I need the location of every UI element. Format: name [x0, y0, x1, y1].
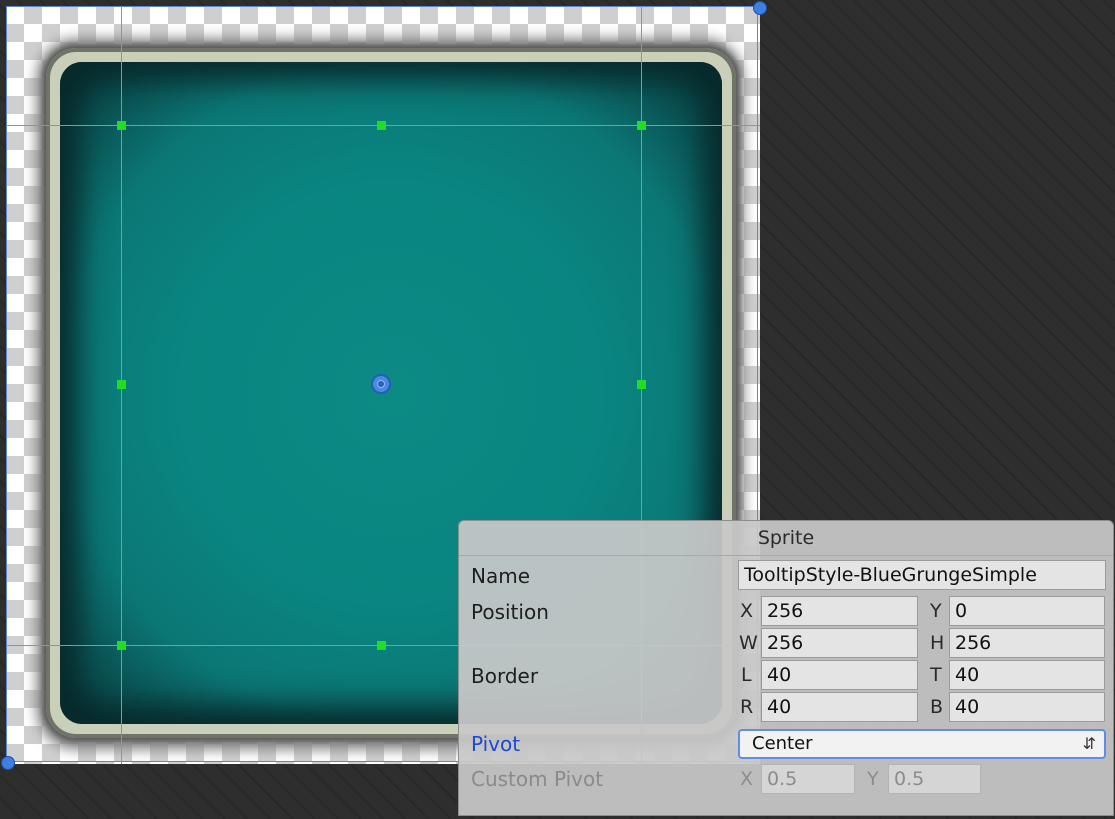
l-axis-label: L [741, 664, 752, 686]
border-handle-top[interactable] [377, 121, 386, 130]
custom-pivot-x-axis-label: X [740, 768, 754, 790]
updown-arrows-icon: ⇵ [1082, 734, 1096, 753]
border-r-field[interactable]: 40 [761, 692, 918, 722]
h-axis-label: H [930, 632, 945, 654]
size-h-field[interactable]: 256 [949, 628, 1105, 658]
custom-pivot-y-field: 0.5 [888, 764, 981, 794]
border-label: Border [471, 664, 539, 688]
border-handle-top-left[interactable] [117, 121, 126, 130]
position-x-field[interactable]: 256 [761, 596, 918, 626]
title-divider [459, 555, 1113, 556]
size-w-field[interactable]: 256 [761, 628, 918, 658]
custom-pivot-x-field: 0.5 [761, 764, 855, 794]
name-label: Name [471, 564, 531, 588]
custom-pivot-y-axis-label: Y [867, 768, 879, 790]
t-axis-label: T [930, 664, 942, 686]
position-label: Position [471, 600, 549, 624]
border-b-field[interactable]: 40 [949, 692, 1105, 722]
rect-corner-handle-bottom-left[interactable] [1, 756, 15, 770]
w-axis-label: W [739, 632, 758, 654]
x-axis-label: X [740, 600, 754, 622]
border-l-field[interactable]: 40 [761, 660, 918, 690]
sprite-panel: Sprite Name TooltipStyle-BlueGrungeSimpl… [458, 520, 1114, 816]
pivot-circle-icon[interactable] [371, 374, 391, 394]
pivot-dropdown[interactable]: Center ⇵ [738, 729, 1106, 759]
border-handle-top-right[interactable] [637, 121, 646, 130]
border-handle-bottom-left[interactable] [117, 641, 126, 650]
border-handle-left[interactable] [117, 380, 126, 389]
y-axis-label: Y [930, 600, 942, 622]
panel-title: Sprite [757, 527, 815, 549]
pivot-dropdown-value: Center [752, 733, 813, 754]
r-axis-label: R [740, 696, 754, 718]
border-t-field[interactable]: 40 [949, 660, 1105, 690]
rect-corner-handle-top-right[interactable] [753, 1, 767, 15]
custom-pivot-label: Custom Pivot [471, 767, 604, 791]
position-y-field[interactable]: 0 [949, 596, 1105, 626]
b-axis-label: B [930, 696, 944, 718]
pivot-label: Pivot [471, 732, 521, 756]
name-field[interactable]: TooltipStyle-BlueGrungeSimple [738, 560, 1106, 590]
border-handle-right[interactable] [637, 380, 646, 389]
border-handle-bottom[interactable] [377, 641, 386, 650]
